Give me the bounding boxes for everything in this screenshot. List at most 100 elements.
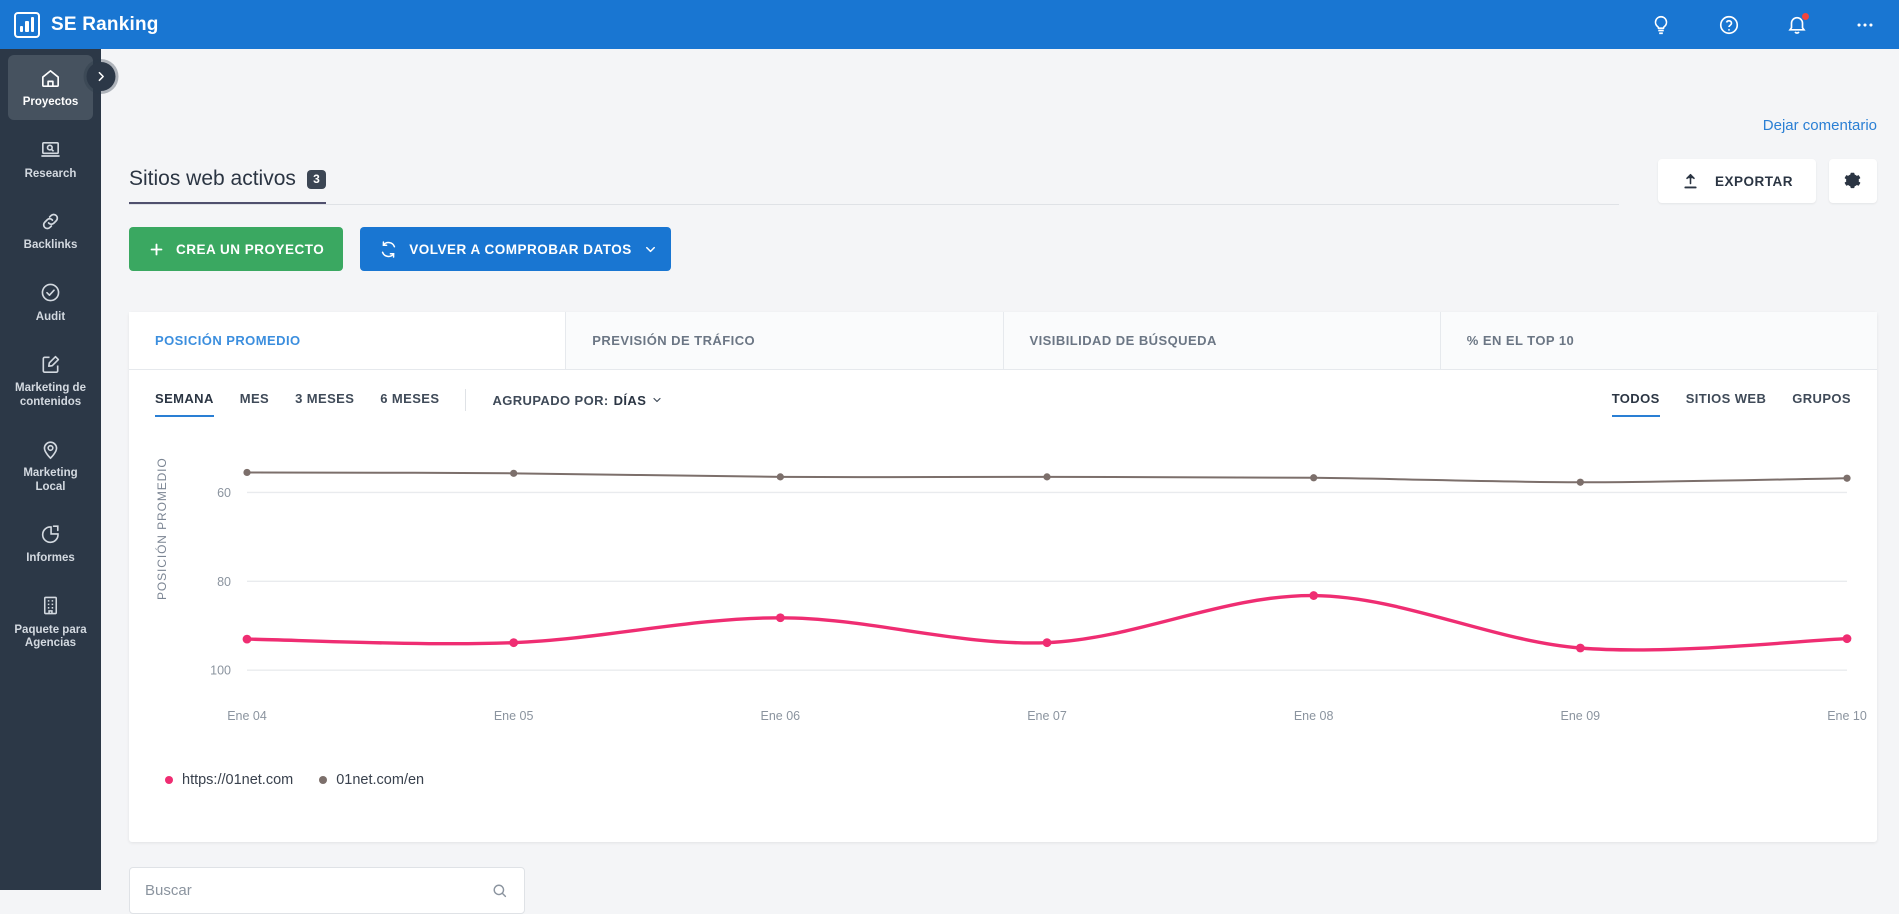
scope-grupos[interactable]: GRUPOS [1792,391,1851,417]
legend-color-dot [165,776,173,784]
chart-data-point[interactable] [1576,478,1584,486]
tab-sitios-web-activos[interactable]: Sitios web activos 3 [129,167,326,204]
chart-data-point[interactable] [1043,473,1051,481]
sidebar-item-label: Proyectos [22,96,79,108]
chart-data-point[interactable] [509,638,519,648]
refresh-icon [382,240,396,258]
sidebar-item-label: Marketing de contenidos [15,382,86,408]
grouped-by-value: DÍAS [613,392,647,408]
chart-data-point[interactable] [1309,591,1319,600]
period-6-meses[interactable]: 6 MESES [380,391,439,417]
metric-tab-label: POSICIÓN PROMEDIO [155,333,301,348]
chart-data-point[interactable] [775,613,785,623]
brand-name: SE Ranking [51,13,159,35]
metric-tab-label: % EN EL TOP 10 [1466,333,1575,348]
metric-tab-posicion-promedio[interactable]: POSICIÓN PROMEDIO [129,312,567,369]
chevron-down-icon [645,246,655,252]
sidebar-item-proyectos[interactable]: Proyectos [8,55,93,120]
more-icon[interactable] [1853,13,1877,37]
sidebar-item-label: Paquete para Agencias [14,623,87,650]
metric-tab-visibilidad-busqueda[interactable]: VISIBILIDAD DE BÚSQUEDA [1003,312,1441,369]
notification-badge [1801,11,1810,21]
x-axis-tick: Ene 07 [1027,709,1067,723]
period-mes[interactable]: MES [240,391,269,417]
gear-icon [1844,172,1860,188]
chart-data-point[interactable] [1842,634,1852,644]
sidebar-item-paquete-agencias[interactable]: Paquete para Agencias [8,583,93,661]
metric-tab-label: PREVISIÓN DE TRÁFICO [592,333,756,348]
period-semana[interactable]: SEMANA [155,391,214,417]
chart-data-point[interactable] [776,473,784,481]
export-button[interactable]: EXPORTAR [1657,159,1816,203]
chart-canvas: 60 80 100 Ene 04 Ene 05 Ene 06 Ene 07 Ene 08 Ene… [210,468,1867,723]
metric-tab-prevision-trafico[interactable]: PREVISIÓN DE TRÁFICO [566,312,1004,369]
sidebar-item-backlinks[interactable]: Backlinks [8,198,93,263]
legend-label: https://01net.com [182,772,294,788]
building-icon [10,594,91,618]
chart-data-point[interactable] [243,468,251,477]
chart-data-point[interactable] [242,634,252,644]
laptop-search-icon [10,138,91,162]
notifications-icon[interactable] [1785,11,1810,37]
grouped-by-selector[interactable]: AGRUPADO POR: DÍAS [492,393,663,408]
x-axis-tick: Ene 10 [1827,709,1867,723]
chart-data-point[interactable] [510,469,518,477]
pencil-square-icon [10,352,91,376]
legend-item-01net-en[interactable]: 01net.com/en [319,772,424,788]
x-axis-tick: Ene 04 [227,709,267,723]
search-input[interactable] [145,882,491,899]
metrics-card: POSICIÓN PROMEDIO PREVISIÓN DE TRÁFICO V… [129,312,1877,842]
chart-filter-row: SEMANA MES 3 MESES 6 MESES AGRUPADO POR:… [129,370,1877,430]
upload-icon [1684,173,1697,188]
metric-tab-label: VISIBILIDAD DE BÚSQUEDA [1029,333,1217,348]
create-project-button[interactable]: CREA UN PROYECTO [129,227,344,271]
page-tabs: Sitios web activos 3 [129,167,1619,205]
metric-tab-top-10[interactable]: % EN EL TOP 10 [1440,312,1877,369]
chart-data-point[interactable] [1042,638,1052,648]
map-pin-icon [10,437,91,461]
leave-comment-link[interactable]: Dejar comentario [1763,117,1877,134]
export-label: EXPORTAR [1714,173,1793,189]
help-icon[interactable] [1717,13,1741,37]
settings-button[interactable] [1829,159,1877,203]
search-box[interactable] [129,867,525,914]
project-count-badge: 3 [306,169,326,189]
sidebar-item-marketing-local[interactable]: Marketing Local [8,426,93,504]
recheck-data-label: VOLVER A COMPROBAR DATOS [409,241,632,257]
sidebar-collapse-button[interactable] [86,62,116,91]
check-circle-icon [10,281,91,305]
scope-sitios-web[interactable]: SITIOS WEB [1686,391,1767,417]
chart-data-point[interactable] [1310,474,1318,482]
chart-data-point[interactable] [1843,474,1851,482]
x-axis-tick: Ene 09 [1561,709,1601,723]
sidebar-item-informes[interactable]: Informes [8,511,93,576]
sidebar-item-audit[interactable]: Audit [8,270,93,335]
plus-icon [150,243,163,255]
chevron-down-icon [653,397,661,403]
metric-tab-bar: POSICIÓN PROMEDIO PREVISIÓN DE TRÁFICO V… [129,312,1877,370]
recheck-data-button[interactable]: VOLVER A COMPROBAR DATOS [360,227,671,271]
search-icon[interactable] [491,882,509,900]
grouped-by-label: AGRUPADO POR: [492,392,609,408]
x-axis-tick: Ene 06 [761,709,801,723]
sidebar: Proyectos Research Backlinks Audit Marke… [0,49,101,890]
action-buttons: CREA UN PROYECTO VOLVER A COMPROBAR DATO… [129,227,671,271]
main-content: Dejar comentario Sitios web activos 3 CR… [101,49,1899,914]
chart-data-point[interactable] [1575,643,1585,653]
home-icon [10,66,91,90]
top-bar: SE Ranking [0,0,1899,49]
sidebar-item-label: Audit [35,310,66,323]
period-3-meses[interactable]: 3 MESES [295,391,354,417]
scope-todos[interactable]: TODOS [1611,391,1660,417]
se-ranking-logo-icon [14,11,40,38]
legend-label: 01net.com/en [336,772,425,788]
link-icon [10,209,91,233]
sidebar-item-research[interactable]: Research [8,127,93,192]
lightbulb-icon[interactable] [1649,13,1673,37]
sidebar-item-marketing-contenidos[interactable]: Marketing de contenidos [8,341,93,419]
legend-color-dot [319,776,328,784]
sidebar-item-label: Marketing Local [23,467,78,493]
legend-item-01net[interactable]: https://01net.com [165,772,293,788]
brand-logo[interactable]: SE Ranking [0,11,159,38]
page-title: Sitios web activos [129,167,296,190]
